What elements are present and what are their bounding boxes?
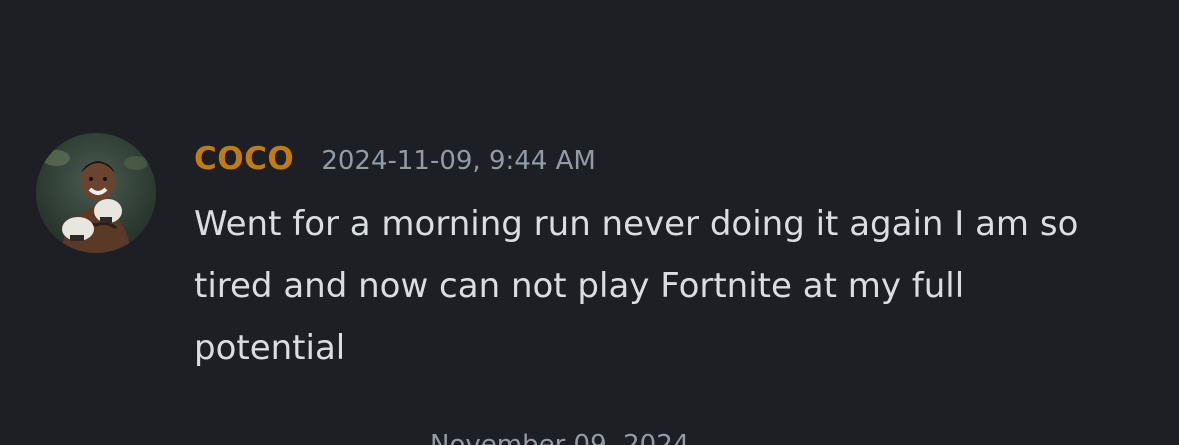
message-content: Went for a morning run never doing it ag… [194, 204, 1079, 368]
message-timestamp: 2024-11-09, 9:44 AM [321, 146, 596, 176]
username[interactable]: COCO [194, 141, 294, 177]
avatar-image [36, 133, 156, 253]
chat-screen: COCO 2024-11-09, 9:44 AM Went for a morn… [0, 0, 1179, 445]
date-divider: November 09, 2024 [430, 430, 690, 445]
user-avatar[interactable] [36, 133, 156, 253]
message-header: COCO 2024-11-09, 9:44 AM [194, 141, 596, 177]
